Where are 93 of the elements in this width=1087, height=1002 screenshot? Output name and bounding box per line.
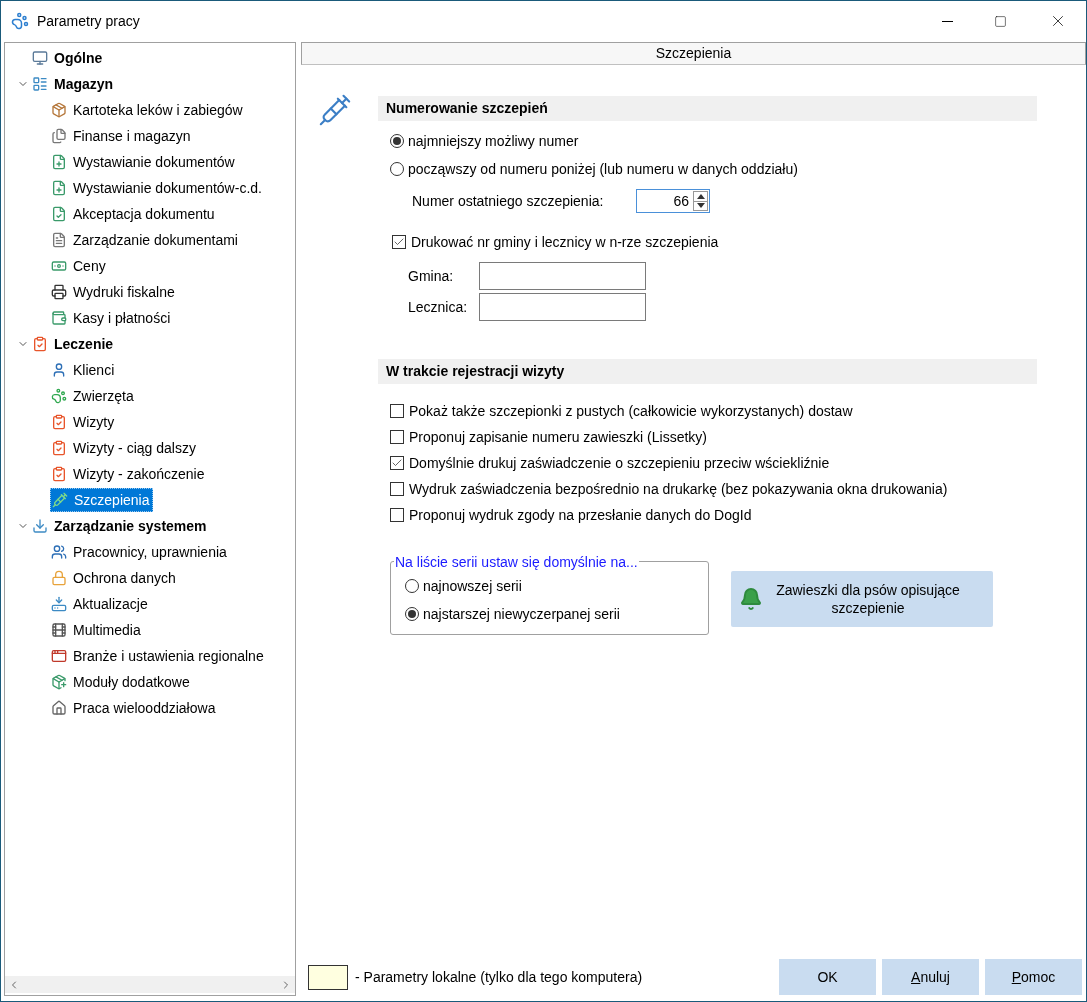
radio-label: najnowszej serii [423, 576, 522, 596]
field-label: Lecznica: [408, 297, 469, 317]
window-icon [51, 648, 67, 664]
tree-item[interactable]: Ceny [50, 254, 108, 278]
checkbox[interactable] [390, 508, 404, 522]
banknotes-icon [51, 258, 67, 274]
checkbox[interactable] [390, 456, 404, 470]
radio-button[interactable] [405, 607, 419, 621]
tags-button[interactable]: Zawieszki dla psów opisujące szczepienie [731, 571, 993, 627]
radio-label: najstarszej niewyczerpanej serii [423, 604, 620, 624]
tree-item[interactable]: Wizyty - zakończenie [50, 462, 207, 486]
legend-text: - Parametry lokalne (tylko dla tego komputera) [355, 967, 643, 987]
tree-item[interactable]: Branże i ustawienia regionalne [50, 644, 266, 668]
checkbox-label: Domyślnie drukuj zaświadczenie o szczepieniu przeciw wściekliźnie [409, 453, 830, 473]
download-icon [51, 596, 67, 612]
section-header: Numerowanie szczepień [378, 96, 1037, 121]
person-icon [51, 362, 67, 378]
tree-item[interactable]: Aktualizacje [50, 592, 150, 616]
syringe-icon [318, 93, 352, 127]
clipboard-check-icon [51, 414, 67, 430]
checkbox[interactable] [392, 235, 406, 249]
list-icon [32, 76, 48, 92]
house-icon [51, 700, 67, 716]
monitor-icon [32, 50, 48, 66]
text-field[interactable] [479, 262, 646, 290]
maximize-icon [993, 14, 1007, 28]
clipboard-check-icon [32, 336, 48, 352]
tree-item[interactable]: Zwierzęta [50, 384, 136, 408]
tree-item[interactable]: Pracownicy, uprawnienia [50, 540, 229, 564]
window-title: Parametry pracy [37, 11, 140, 31]
syringe-icon [52, 492, 68, 508]
radio-label: najmniejszy możliwy numer [408, 131, 579, 151]
printer-icon [51, 284, 67, 300]
paw-icon [51, 388, 67, 404]
checkbox-label: Drukować nr gminy i lecznicy w n-rze szczepienia [411, 232, 719, 252]
text-field[interactable] [479, 293, 646, 321]
tree-item[interactable]: Kasy i płatności [50, 306, 173, 330]
document-check-icon [51, 206, 67, 222]
radio-label: począwszy od numeru poniżej (lub numeru w danych oddziału) [408, 159, 798, 179]
tree-item[interactable]: Ochrona danych [50, 566, 178, 590]
wallet-icon [51, 310, 67, 326]
tree-item[interactable]: Leczenie [32, 332, 117, 356]
paw-icon [11, 12, 29, 30]
tree-item[interactable]: Multimedia [50, 618, 143, 642]
checkbox[interactable] [390, 430, 404, 444]
radio-button[interactable] [390, 162, 404, 176]
checkbox[interactable] [390, 482, 404, 496]
tree-item[interactable]: Finanse i magazyn [50, 124, 193, 148]
radio-button[interactable] [390, 134, 404, 148]
field-label: Numer ostatniego szczepienia: [412, 191, 605, 211]
tree-item[interactable]: Wystawianie dokumentów [50, 150, 237, 174]
section-header: W trakcie rejestracji wizyty [378, 359, 1037, 384]
tree-item[interactable]: Moduły dodatkowe [50, 670, 192, 694]
document-icon [51, 232, 67, 248]
tree-item[interactable]: Magazyn [32, 72, 117, 96]
local-parameter-swatch [308, 964, 348, 990]
tree-item[interactable]: Zarządzanie dokumentami [50, 228, 240, 252]
document-plus-icon [51, 154, 67, 170]
tree-item[interactable]: Akceptacja dokumentu [50, 202, 217, 226]
tree-item[interactable]: Wydruki fiskalne [50, 280, 177, 304]
radio-button[interactable] [405, 579, 419, 593]
tree-item[interactable]: Kartoteka leków i zabiegów [50, 98, 245, 122]
checkbox-label: Wydruk zaświadczenia bezpośrednio na drukarkę (bez pokazywania okna drukowania) [409, 479, 948, 499]
lock-icon [51, 570, 67, 586]
checkbox-label: Pokaż także szczepionki z pustych (całkowicie wykorzystanych) dostaw [409, 401, 853, 421]
clipboard-check-icon [51, 440, 67, 456]
tree-item[interactable]: Wizyty - ciąg dalszy [50, 436, 198, 460]
tree-item[interactable]: Wizyty [50, 410, 117, 434]
field-label: Gmina: [408, 266, 455, 286]
checkbox-label: Proponuj zapisanie numeru zawieszki (Lissetky) [409, 427, 708, 447]
tree-item[interactable]: Wystawianie dokumentów-c.d. [50, 176, 264, 200]
users-icon [51, 544, 67, 560]
tree-item[interactable]: Szczepienia [50, 488, 153, 512]
minimize-icon [941, 20, 953, 22]
spin-up-icon[interactable] [694, 192, 707, 201]
download-icon [32, 518, 48, 534]
dialog-button[interactable]: Anuluj [882, 959, 979, 995]
tree-item[interactable]: Praca wielooddziałowa [50, 696, 218, 720]
bell-icon [739, 587, 763, 611]
document-plus-icon [51, 180, 67, 196]
panel-title: Szczepienia [655, 44, 732, 63]
dialog-button[interactable]: Pomoc [985, 959, 1082, 995]
checkbox-label: Proponuj wydruk zgody na przesłanie danych do DogId [409, 505, 752, 525]
clipboard-check-icon [51, 466, 67, 482]
documents-icon [51, 128, 67, 144]
tree-item[interactable]: Zarządzanie systemem [32, 514, 210, 538]
tree-item[interactable]: Ogólne [32, 46, 106, 70]
tree-item[interactable]: Klienci [50, 358, 117, 382]
dialog-button[interactable]: OK [779, 959, 876, 995]
film-icon [51, 622, 67, 638]
package-plus-icon [51, 674, 67, 690]
number-spinbox[interactable]: 66 [636, 189, 710, 213]
checkbox[interactable] [390, 404, 404, 418]
